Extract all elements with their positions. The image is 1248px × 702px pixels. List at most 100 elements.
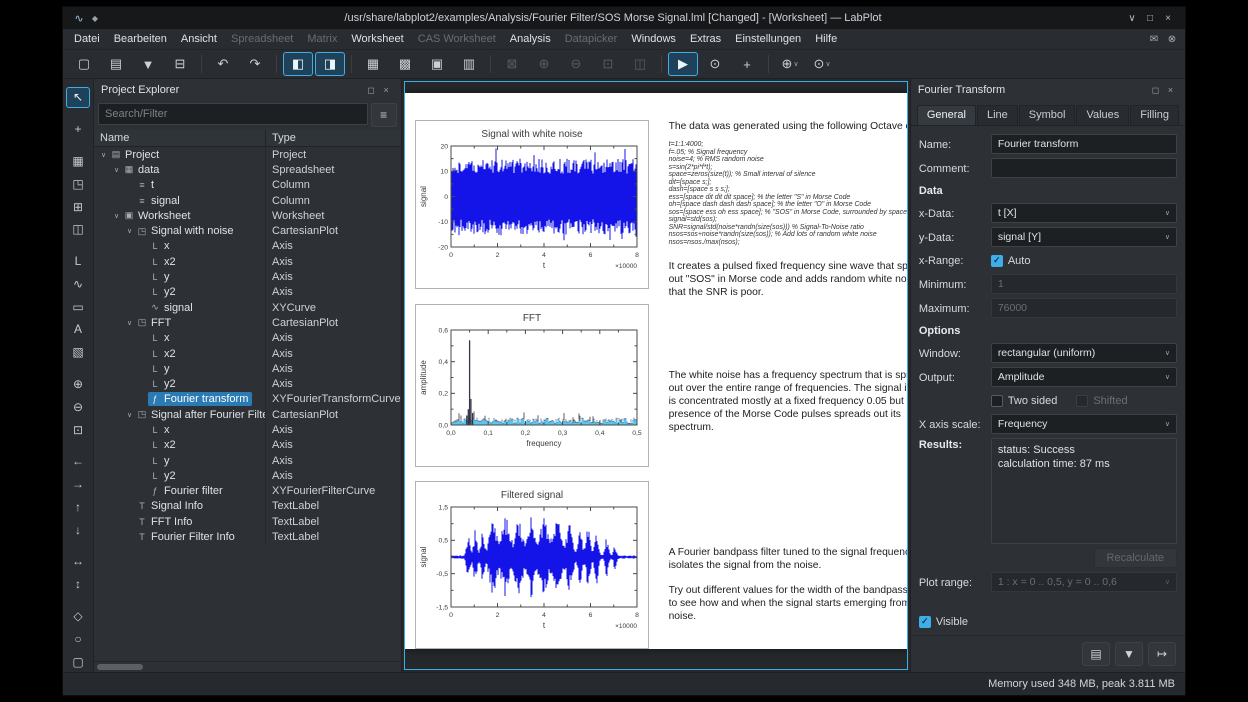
tree-row-y[interactable]: LyAxis: [94, 361, 401, 376]
zoom-out-tool[interactable]: ⊖: [66, 396, 90, 417]
undo-button[interactable]: ↶: [208, 52, 238, 76]
tab-line[interactable]: Line: [977, 105, 1018, 125]
menu-datei[interactable]: Datei: [67, 30, 107, 48]
plot-filtered-signal[interactable]: Filtered signal02468-1,5-0,50,51,5signal…: [415, 481, 649, 654]
add-plot-two-axes-tool[interactable]: ⊞: [66, 196, 90, 217]
tree-row-fft-info[interactable]: TFFT InfoTextLabel: [94, 514, 401, 529]
shift-up-tool[interactable]: ↑: [66, 497, 90, 518]
start-presenter-button[interactable]: ▶: [668, 52, 698, 76]
mail-icon[interactable]: ✉: [1145, 34, 1163, 45]
zoom-fit-button[interactable]: ⊡: [593, 52, 623, 76]
menu-windows[interactable]: Windows: [624, 30, 683, 48]
apply-configuration-button[interactable]: ↦: [1148, 642, 1176, 666]
tree-row-signal[interactable]: ≡signalColumn: [94, 193, 401, 208]
crosshair-tool[interactable]: +: [66, 119, 90, 140]
tree-row-project[interactable]: ∨▤ProjectProject: [94, 147, 401, 162]
tree-row-fourier-filter-info[interactable]: TFourier Filter InfoTextLabel: [94, 529, 401, 544]
new-spreadsheet-button[interactable]: ▦: [358, 52, 388, 76]
tree-row-y2[interactable]: Ly2Axis: [94, 376, 401, 391]
menu-einstellungen[interactable]: Einstellungen: [728, 30, 808, 48]
shift-left-tool[interactable]: ←: [66, 451, 90, 472]
refresh-button[interactable]: ⊙: [700, 52, 730, 76]
tree-row-data[interactable]: ∨▦dataSpreadsheet: [94, 162, 401, 177]
expander-icon[interactable]: ∨: [124, 227, 135, 235]
zoom-in-button[interactable]: ⊕: [529, 52, 559, 76]
window-select[interactable]: rectangular (uniform)∨: [991, 343, 1177, 363]
auto-checkbox[interactable]: ✓: [991, 255, 1003, 267]
menu-ansicht[interactable]: Ansicht: [174, 30, 224, 48]
tree-row-y[interactable]: LyAxis: [94, 269, 401, 284]
tab-values[interactable]: Values: [1076, 105, 1129, 125]
shift-down-tool[interactable]: ↓: [66, 519, 90, 540]
open-file-button[interactable]: ▤: [101, 52, 131, 76]
expander-icon[interactable]: ∨: [124, 411, 135, 419]
expander-icon[interactable]: ∨: [124, 319, 135, 327]
zoom-in-tool[interactable]: ⊕: [66, 374, 90, 395]
filter-options-button[interactable]: ≡: [371, 103, 397, 127]
zoom-fit-tool[interactable]: ⊡: [66, 419, 90, 440]
tree-row-signal-after-fourier-filter[interactable]: ∨◳Signal after Fourier FilterCartesianPl…: [94, 407, 401, 422]
add-image-tool[interactable]: ▧: [66, 342, 90, 363]
menu-worksheet[interactable]: Worksheet: [344, 30, 410, 48]
comment-field[interactable]: [991, 158, 1177, 178]
visible-checkbox[interactable]: ✓: [919, 616, 931, 628]
fit-selection-button[interactable]: +: [732, 52, 762, 76]
new-note-button[interactable]: ▥: [454, 52, 484, 76]
tab-general[interactable]: General: [917, 105, 976, 125]
load-configuration-button[interactable]: ▤: [1082, 642, 1110, 666]
float-dock-icon[interactable]: ◻: [364, 85, 379, 96]
tab-symbol[interactable]: Symbol: [1019, 105, 1076, 125]
expander-icon[interactable]: ∨: [111, 212, 122, 220]
save-configuration-button[interactable]: ▼: [1115, 642, 1143, 666]
tree-row-y[interactable]: LyAxis: [94, 453, 401, 468]
tree-row-fourier-transform[interactable]: ƒFourier transformXYFourierTransformCurv…: [94, 392, 401, 407]
select-region-button[interactable]: ◫: [625, 52, 655, 76]
tree-row-signal-info[interactable]: TSignal InfoTextLabel: [94, 499, 401, 514]
zoom-select-button[interactable]: ⊠: [497, 52, 527, 76]
output-select[interactable]: Amplitude∨: [991, 367, 1177, 387]
menu-cas-worksheet[interactable]: CAS Worksheet: [411, 30, 503, 48]
y-data-select[interactable]: signal [Y]∨: [991, 227, 1177, 247]
select-tool[interactable]: ↖: [66, 87, 90, 108]
new-matrix-button[interactable]: ▩: [390, 52, 420, 76]
expander-icon[interactable]: ∨: [111, 166, 122, 174]
minimize-button[interactable]: ∨: [1123, 13, 1141, 24]
menu-bearbeiten[interactable]: Bearbeiten: [107, 30, 174, 48]
zoom-out-button[interactable]: ⊖: [561, 52, 591, 76]
print-button[interactable]: ⊟: [165, 52, 195, 76]
auto-scale-y-tool[interactable]: ↕: [66, 574, 90, 595]
new-file-button[interactable]: ▢: [69, 52, 99, 76]
toggle-project-explorer-button[interactable]: ◧: [283, 52, 313, 76]
close-button[interactable]: ×: [1159, 13, 1177, 24]
column-header-type[interactable]: Type: [266, 130, 401, 146]
tree-row-fourier-filter[interactable]: ƒFourier filterXYFourierFilterCurve: [94, 484, 401, 499]
float-dock-icon[interactable]: ◻: [1148, 85, 1163, 96]
tree-row-x[interactable]: LxAxis: [94, 422, 401, 437]
zoom-mode-dropdown[interactable]: ⊕∨: [775, 52, 805, 76]
close-dock-icon[interactable]: ×: [1163, 85, 1178, 95]
tree-row-fft[interactable]: ∨◳FFTCartesianPlot: [94, 315, 401, 330]
tree-row-x2[interactable]: Lx2Axis: [94, 438, 401, 453]
maximize-button[interactable]: □: [1141, 13, 1159, 24]
auto-scale-x-tool[interactable]: ↔: [66, 551, 90, 572]
save-button[interactable]: ▼: [133, 52, 163, 76]
menu-extras[interactable]: Extras: [683, 30, 728, 48]
add-xy-curve-tool[interactable]: ∿: [66, 273, 90, 294]
redo-button[interactable]: ↷: [240, 52, 270, 76]
menu-analysis[interactable]: Analysis: [503, 30, 558, 48]
menu-spreadsheet[interactable]: Spreadsheet: [224, 30, 300, 48]
x-axis-scale-select[interactable]: Frequency∨: [991, 414, 1177, 434]
menu-datapicker[interactable]: Datapicker: [558, 30, 625, 48]
pin-icon[interactable]: ◆: [87, 14, 103, 23]
scrollbar-thumb[interactable]: [97, 664, 143, 670]
menu-matrix[interactable]: Matrix: [300, 30, 344, 48]
tree-row-signal-with-noise[interactable]: ∨◳Signal with noiseCartesianPlot: [94, 223, 401, 238]
x-data-select[interactable]: t [X]∨: [991, 203, 1177, 223]
add-plot-four-axes-tool[interactable]: ◳: [66, 173, 90, 194]
toggle-properties-dock-button[interactable]: ◨: [315, 52, 345, 76]
magnification-dropdown[interactable]: ⊙∨: [807, 52, 837, 76]
tree-row-y2[interactable]: Ly2Axis: [94, 468, 401, 483]
tree-row-x[interactable]: LxAxis: [94, 331, 401, 346]
close-dock-icon[interactable]: ×: [379, 85, 394, 95]
new-worksheet-button[interactable]: ▣: [422, 52, 452, 76]
